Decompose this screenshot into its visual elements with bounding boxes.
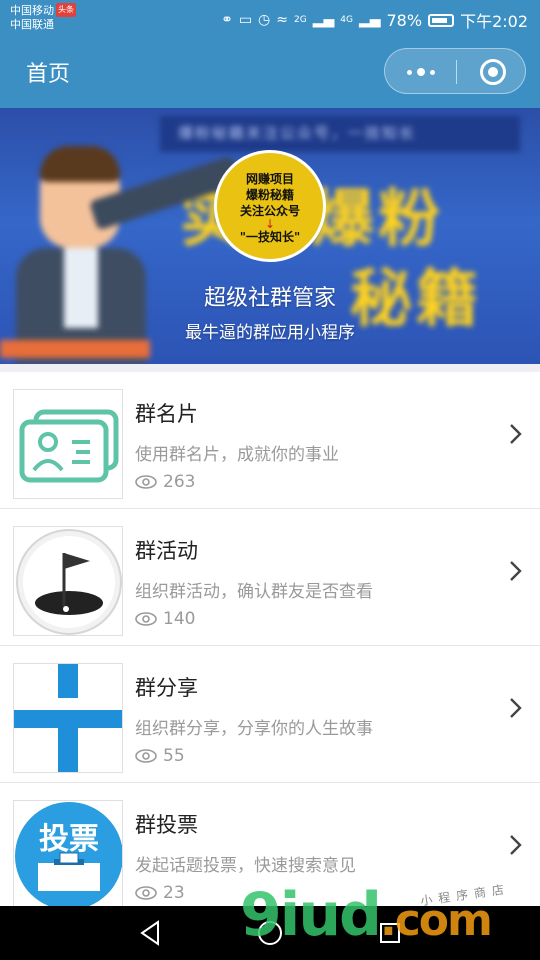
chevron-right-icon	[510, 561, 522, 581]
circle-line-2: 爆粉秘籍	[245, 188, 294, 202]
item-views: 263	[135, 472, 195, 492]
item-title: 群名片	[135, 402, 198, 426]
network-label-2: 4G	[340, 15, 353, 25]
item-description: 使用群名片，成就你的事业	[135, 445, 339, 465]
cartoon-man-hair	[40, 146, 120, 182]
wifi-icon: ≈	[276, 12, 288, 28]
view-count: 263	[163, 472, 196, 492]
more-menu-button[interactable]	[403, 58, 439, 86]
eye-icon	[135, 886, 157, 900]
signal-icon-2: ▂▄	[358, 12, 381, 28]
close-miniprogram-button[interactable]	[480, 59, 506, 85]
list-gap	[0, 364, 540, 372]
down-arrow-icon: ↓	[264, 217, 276, 231]
carrier-info: 中国移动 头条 中国联通	[10, 3, 76, 32]
circle-slogan: "一技知长"	[239, 230, 301, 244]
banner-circle-badge: 网赚项目 爆粉秘籍 关注公众号 ↓ "一技知长"	[214, 150, 326, 262]
item-views: 55	[135, 746, 185, 766]
network-label-1: 2G	[294, 15, 307, 25]
carrier-badge: 头条	[56, 3, 76, 17]
app-list: 群名片 使用群名片，成就你的事业 263 群活动 组织群活动，确认群友是否查看 …	[0, 364, 540, 920]
list-item-group-activity[interactable]: 群活动 组织群活动，确认群友是否查看 140	[0, 509, 540, 646]
back-icon[interactable]	[136, 918, 166, 948]
ballot-box-icon: 投票	[13, 800, 123, 910]
item-views: 23	[135, 883, 185, 903]
view-count: 23	[163, 883, 185, 903]
id-card-icon	[13, 389, 123, 499]
view-count: 55	[163, 746, 185, 766]
nav-bar: 首页	[0, 36, 540, 108]
eye-icon	[135, 749, 157, 763]
circle-line-1: 网赚项目	[245, 172, 294, 186]
item-views: 140	[135, 609, 195, 629]
view-count: 140	[163, 609, 196, 629]
headphones-icon: ⚭	[221, 12, 233, 28]
alarm-icon: ◷	[258, 12, 271, 28]
page-title: 首页	[26, 62, 71, 87]
eye-icon	[135, 475, 157, 489]
chevron-right-icon	[510, 424, 522, 444]
chevron-right-icon	[510, 835, 522, 855]
chevron-right-icon	[510, 698, 522, 718]
carrier-1: 中国移动	[10, 4, 54, 17]
vibrate-icon: ▭	[238, 12, 253, 28]
watermark-brand: 9iud	[240, 880, 382, 950]
signal-icon-1: ▂▄	[312, 12, 335, 28]
item-title: 群分享	[135, 676, 198, 700]
eye-icon	[135, 612, 157, 626]
capsule-divider	[456, 60, 457, 84]
miniprogram-capsule	[384, 48, 526, 94]
list-item-group-share[interactable]: 群分享 组织群分享，分享你的人生故事 55	[0, 646, 540, 783]
status-bar: 中国移动 头条 中国联通 ⚭ ▭ ◷ ≈ 2G ▂▄ 4G ▂▄ 78% 下午2:…	[0, 0, 540, 36]
list-item-group-card[interactable]: 群名片 使用群名片，成就你的事业 263	[0, 372, 540, 509]
banner-subtitle: 最牛逼的群应用小程序	[185, 323, 355, 343]
item-description: 组织群活动，确认群友是否查看	[135, 582, 373, 602]
banner-title: 超级社群管家	[203, 286, 336, 311]
share-cross-icon	[13, 663, 123, 773]
item-title: 群投票	[135, 813, 198, 837]
battery-percent: 78%	[386, 10, 423, 30]
golf-flag-icon	[13, 526, 123, 636]
item-description: 发起话题投票，快速搜索意见	[135, 856, 356, 876]
banner-top-strip-text: 爆粉秘籍关注公众号，一技知长	[178, 124, 417, 142]
carrier-2: 中国联通	[10, 18, 54, 31]
battery-icon	[428, 13, 455, 27]
item-title: 群活动	[135, 539, 198, 563]
vote-thumb-text: 投票	[39, 822, 99, 857]
item-description: 组织群分享，分享你的人生故事	[135, 719, 373, 739]
clock: 下午2:02	[460, 12, 528, 31]
status-icons: ⚭ ▭ ◷ ≈ 2G ▂▄ 4G ▂▄ 78% 下午2:02	[221, 8, 528, 32]
banner[interactable]: 爆粉秘籍关注公众号，一技知长 实效爆粉 秘籍 网赚项目 爆粉秘籍 关注公众号 ↓…	[0, 108, 540, 364]
